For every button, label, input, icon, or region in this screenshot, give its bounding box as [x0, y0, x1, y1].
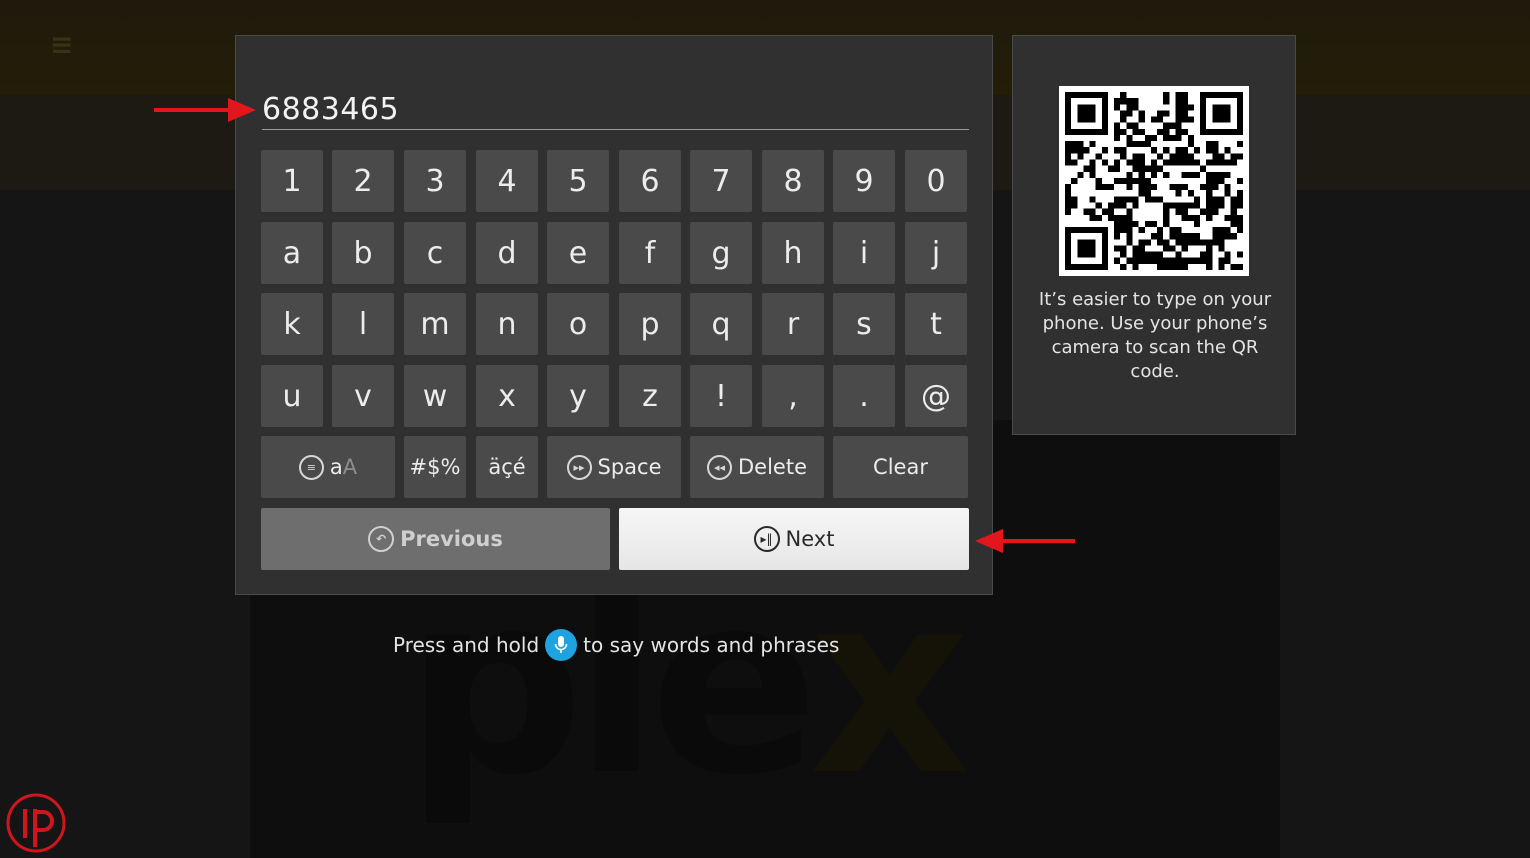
next-annotation-arrow-icon [975, 529, 1075, 553]
entry-annotation-arrow-icon [154, 98, 256, 122]
key-0-2[interactable]: 3 [404, 150, 466, 212]
back-circle-icon: ↶ [368, 526, 395, 552]
key-2-1[interactable]: l [332, 293, 394, 355]
key-0-1[interactable]: 2 [332, 150, 394, 212]
delete-key-label: Delete [738, 455, 807, 479]
accents-key[interactable]: äçé [476, 436, 538, 498]
key-0-3[interactable]: 4 [476, 150, 538, 212]
key-0-5[interactable]: 6 [619, 150, 681, 212]
key-1-4[interactable]: e [547, 222, 609, 284]
key-2-2[interactable]: m [404, 293, 466, 355]
key-2-4[interactable]: o [547, 293, 609, 355]
case-toggle-upper: A [342, 455, 358, 479]
clear-key[interactable]: Clear [833, 436, 968, 498]
watermark-logo-icon [6, 793, 66, 853]
key-0-6[interactable]: 7 [690, 150, 752, 212]
key-1-9[interactable]: j [905, 222, 967, 284]
key-1-2[interactable]: c [404, 222, 466, 284]
key-1-8[interactable]: i [833, 222, 895, 284]
key-2-5[interactable]: p [619, 293, 681, 355]
key-0-9[interactable]: 0 [905, 150, 967, 212]
rewind-circle-icon: ◂◂ [707, 454, 732, 480]
symbols-key[interactable]: #$% [404, 436, 466, 498]
previous-button[interactable]: ↶ Previous [261, 508, 610, 570]
qr-code [1059, 86, 1249, 276]
previous-button-label: Previous [400, 527, 503, 551]
key-0-7[interactable]: 8 [762, 150, 824, 212]
case-toggle-lower: a [329, 455, 343, 479]
key-2-8[interactable]: s [833, 293, 895, 355]
key-3-0[interactable]: u [261, 365, 323, 427]
key-3-7[interactable]: , [762, 365, 824, 427]
key-0-4[interactable]: 5 [547, 150, 609, 212]
next-button[interactable]: ▸‖ Next [619, 508, 969, 570]
space-key-label: Space [597, 455, 662, 479]
key-1-6[interactable]: g [690, 222, 752, 284]
key-3-1[interactable]: v [332, 365, 394, 427]
key-2-7[interactable]: r [762, 293, 824, 355]
key-1-7[interactable]: h [762, 222, 824, 284]
key-3-3[interactable]: x [476, 365, 538, 427]
key-2-9[interactable]: t [905, 293, 967, 355]
key-3-5[interactable]: z [619, 365, 681, 427]
key-1-3[interactable]: d [476, 222, 538, 284]
voice-hint-before: Press and hold [393, 633, 540, 657]
key-0-8[interactable]: 9 [833, 150, 895, 212]
menu-circle-icon: ≡ [298, 454, 324, 480]
keyboard-dialog: 6883465 1234567890abcdefghijklmnopqrstuv… [235, 35, 993, 595]
key-3-9[interactable]: @ [905, 365, 967, 427]
key-0-0[interactable]: 1 [261, 150, 323, 212]
code-entry-field[interactable]: 6883465 [262, 88, 969, 130]
key-3-4[interactable]: y [547, 365, 609, 427]
play-pause-circle-icon: ▸‖ [753, 526, 780, 552]
voice-hint-after: to say words and phrases [583, 633, 840, 657]
clear-key-label: Clear [873, 455, 928, 479]
accents-key-label: äçé [488, 455, 526, 479]
delete-key[interactable]: ◂◂ Delete [690, 436, 824, 498]
background-menu-icon: ≡ [50, 28, 74, 61]
code-entry-value: 6883465 [262, 92, 400, 127]
qr-instructions: It’s easier to type on your phone. Use y… [1038, 289, 1272, 382]
next-button-label: Next [785, 527, 835, 551]
plex-logo-watermark: plex [405, 539, 971, 830]
voice-hint: Press and hold to say words and phrases [393, 628, 839, 662]
key-2-0[interactable]: k [261, 293, 323, 355]
key-1-0[interactable]: a [261, 222, 323, 284]
key-3-8[interactable]: . [833, 365, 895, 427]
fast-forward-circle-icon: ▸▸ [566, 454, 592, 480]
space-key[interactable]: ▸▸ Space [547, 436, 681, 498]
microphone-icon [545, 629, 578, 661]
key-2-6[interactable]: q [690, 293, 752, 355]
key-3-6[interactable]: ! [690, 365, 752, 427]
key-2-3[interactable]: n [476, 293, 538, 355]
qr-code-image [1065, 92, 1243, 270]
key-3-2[interactable]: w [404, 365, 466, 427]
symbols-key-label: #$% [409, 455, 461, 479]
key-1-5[interactable]: f [619, 222, 681, 284]
case-toggle-key[interactable]: ≡ aA [261, 436, 395, 498]
key-1-1[interactable]: b [332, 222, 394, 284]
qr-code-panel: It’s easier to type on your phone. Use y… [1012, 35, 1296, 435]
